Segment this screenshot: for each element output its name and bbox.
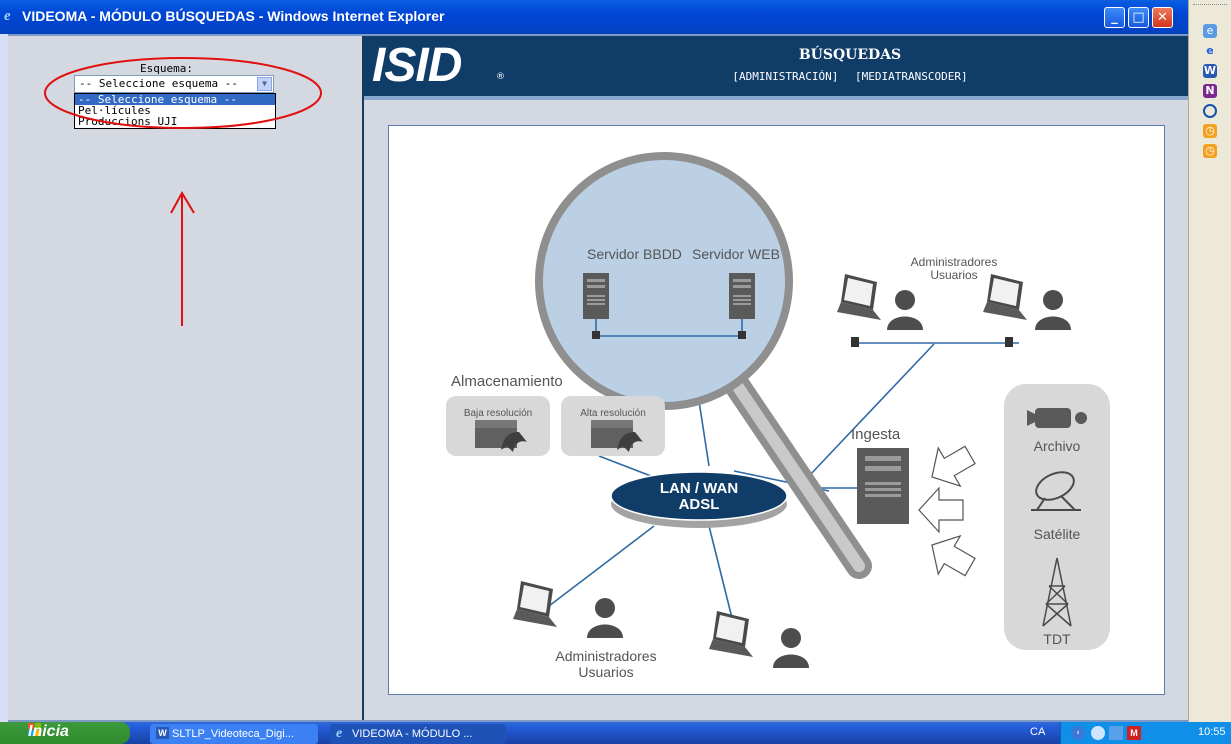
user-icon <box>773 628 809 668</box>
storage-title: Almacenamiento <box>451 373 563 390</box>
word-icon[interactable]: W <box>1203 64 1217 78</box>
header-divider <box>364 96 1188 100</box>
header-links: [ADMINISTRACIÓN] [MEDIATRANSCODER] <box>600 70 1100 83</box>
server-label: Servidor BBDD <box>587 246 682 262</box>
ie-icon[interactable]: e <box>1203 24 1217 38</box>
admins-label: Administradores <box>911 255 998 269</box>
server-icon <box>729 273 755 319</box>
word-icon: W <box>156 727 169 739</box>
user-icon <box>887 290 923 330</box>
language-indicator[interactable]: CA <box>1030 726 1045 738</box>
antivirus-icon[interactable]: M <box>1127 726 1141 740</box>
connection-line <box>548 525 655 607</box>
source-label: Satélite <box>1034 526 1081 542</box>
server-icon <box>583 273 609 319</box>
admins-label: Usuarios <box>930 268 977 282</box>
user-icon <box>587 598 623 638</box>
minimize-button[interactable]: _ <box>1104 7 1125 28</box>
start-label: Inicia <box>28 723 69 740</box>
onenote-icon[interactable]: N <box>1203 84 1217 98</box>
architecture-diagram: Servidor BBDD Servidor WEB Administrador… <box>446 152 1110 680</box>
ie-icon[interactable]: e <box>1203 44 1217 58</box>
laptop-icon <box>709 611 753 657</box>
admins-label: Usuarios <box>578 664 633 680</box>
network-icon[interactable] <box>1091 726 1105 740</box>
display-icon[interactable] <box>1109 726 1123 740</box>
connection-line <box>708 525 735 627</box>
laptop-icon <box>513 581 557 627</box>
page-title: BÚSQUEDAS <box>798 47 902 63</box>
storage-high-label: Alta resolución <box>580 408 646 419</box>
laptop-icon <box>837 274 881 320</box>
tray-chevron-icon[interactable]: ‹ <box>1071 726 1085 740</box>
laptop-icon <box>983 274 1027 320</box>
clock-icon[interactable]: ◷ <box>1203 124 1217 138</box>
maximize-button[interactable]: □ <box>1128 7 1149 28</box>
clock-icon[interactable]: ◷ <box>1203 144 1217 158</box>
source-label: Archivo <box>1034 438 1081 454</box>
link-administracion[interactable]: [ADMINISTRACIÓN] <box>732 70 838 83</box>
arrow-left-icon <box>920 525 982 587</box>
architecture-diagram-panel: Servidor BBDD Servidor WEB Administrador… <box>388 125 1165 695</box>
arrow-left-icon <box>920 435 982 497</box>
isid-logo: ISID <box>372 39 462 92</box>
toolbar-grip[interactable] <box>1193 4 1227 8</box>
close-button[interactable]: ✕ <box>1152 7 1173 28</box>
quick-launch-toolbar: e e W N ◷ ◷ <box>1188 0 1231 722</box>
network-label: ADSL <box>679 496 720 513</box>
clock[interactable]: 10:55 <box>1198 726 1226 738</box>
taskbar-item-ie[interactable]: VIDEOMA - MÓDULO ... <box>330 724 506 744</box>
page-header <box>364 36 1188 96</box>
link-mediatranscoder[interactable]: [MEDIATRANSCODER] <box>855 70 968 83</box>
source-label: TDT <box>1043 631 1071 647</box>
start-button[interactable]: Inicia <box>0 722 130 744</box>
ingest-label: Ingesta <box>851 426 901 443</box>
arrow-left-icon <box>918 487 964 533</box>
taskbar-item-word[interactable]: SLTLP_Videoteca_Digi... <box>150 724 318 744</box>
ie-icon: e <box>4 8 11 24</box>
user-icon <box>1035 290 1071 330</box>
registered-mark: ® <box>496 72 505 82</box>
server-label: Servidor WEB <box>692 246 780 262</box>
annotation-overlay <box>44 57 322 326</box>
annotation-ellipse <box>44 57 322 129</box>
storage-low-label: Baja resolución <box>464 408 532 419</box>
admins-label: Administradores <box>555 648 656 664</box>
media-icon[interactable] <box>1203 104 1217 118</box>
ie-icon: e <box>336 726 343 741</box>
network-label: LAN / WAN <box>660 480 738 497</box>
window-title: VIDEOMA - MÓDULO BÚSQUEDAS - Windows Int… <box>22 8 445 24</box>
